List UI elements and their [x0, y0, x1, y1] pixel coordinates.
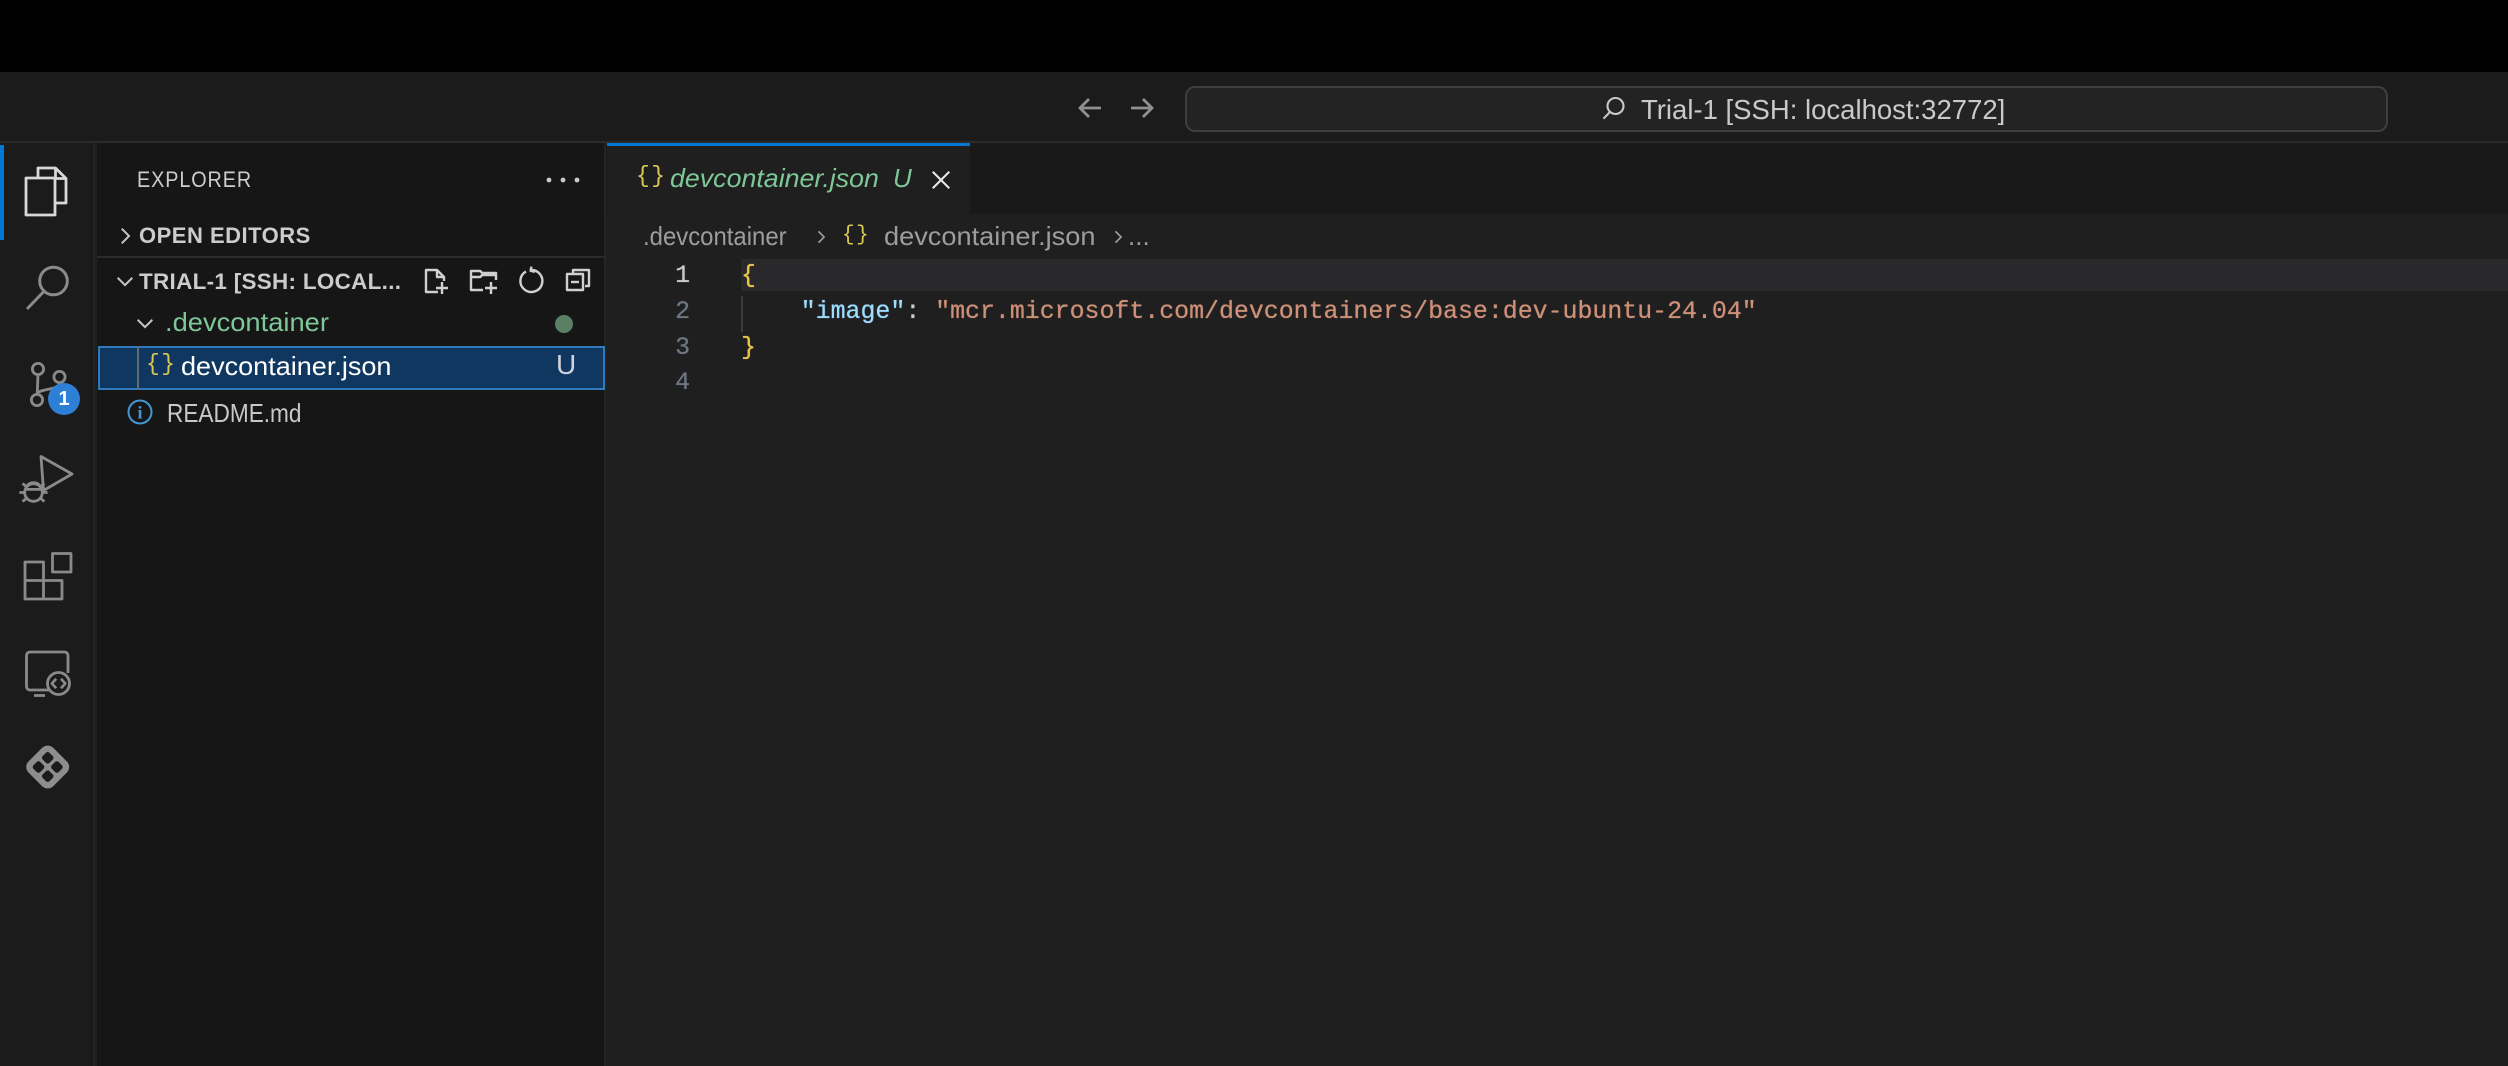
svg-text:i: i	[137, 403, 142, 423]
